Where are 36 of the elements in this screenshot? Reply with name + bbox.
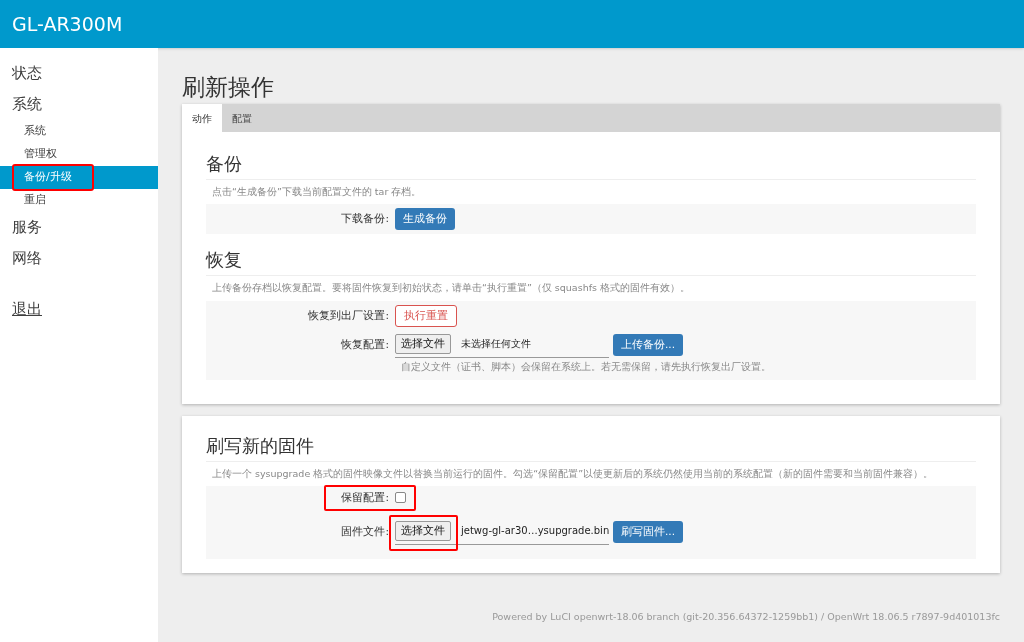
sidebar-subitem[interactable]: 重启 [0, 189, 158, 212]
checkbox[interactable] [395, 492, 406, 504]
field-label: 固件文件: [340, 524, 390, 540]
file-input[interactable]: 选择文件 未选择任何文件 [395, 332, 609, 358]
tab[interactable]: 配置 [222, 104, 262, 132]
field-hint: 自定义文件（证书、脚本）会保留在系统上。若无需保留，请先执行恢复出厂设置。 [400, 359, 772, 374]
generate-backup-button[interactable]: 生成备份 [395, 208, 455, 231]
footer-text: Powered by LuCI openwrt-18.06 branch (git-20.356.64372-1259bb1) / OpenWrt 18.06.5 r7897-9d401013fc [492, 609, 1000, 624]
section-title: 恢复 [206, 248, 976, 277]
file-name: 未选择任何文件 [461, 337, 531, 351]
field-label: 保留配置: [340, 490, 390, 505]
sidebar-subitem[interactable]: 管理权 [0, 143, 158, 166]
app-title: GL-AR300M [12, 11, 123, 37]
field-label: 下载备份: [340, 211, 390, 227]
page-title: 刷新操作 [182, 73, 275, 100]
section-title: 备份 [206, 152, 976, 180]
sidebar-item[interactable]: 系统 [0, 89, 158, 120]
field-label: 恢复配置: [340, 337, 390, 353]
file-name: jetwg-gl-ar30…ysupgrade.bin [461, 524, 610, 539]
section-description: 点击“生成备份”下载当前配置文件的 tar 存档。 [211, 185, 423, 199]
section-title: 刷写新的固件 [206, 433, 976, 462]
section-description: 上传备份存档以恢复配置。要将固件恢复到初始状态，请单击“执行重置”（仅 squashfs 格式的固件有效）。 [211, 281, 691, 296]
upload-backup-button[interactable]: 上传备份... [613, 334, 683, 356]
logout-link[interactable]: 退出 [0, 298, 158, 321]
sidebar-item[interactable]: 网络 [0, 243, 158, 274]
choose-file-button[interactable]: 选择文件 [395, 520, 451, 541]
sidebar-item[interactable]: 服务 [0, 212, 158, 243]
sidebar-item[interactable]: 状态 [0, 58, 158, 89]
flash-firmware-button[interactable]: 刷写固件... [613, 521, 683, 544]
sidebar-subitem[interactable]: 系统 [0, 120, 158, 143]
choose-file-button[interactable]: 选择文件 [395, 333, 451, 354]
reset-button[interactable]: 执行重置 [395, 304, 457, 327]
field-label: 恢复到出厂设置: [307, 307, 390, 323]
file-input[interactable]: 选择文件 jetwg-gl-ar30…ysupgrade.bin [395, 519, 609, 545]
section-description: 上传一个 sysupgrade 格式的固件映像文件以替换当前运行的固件。勾选“保留配置”以使更新后的系统仍然使用当前的系统配置（新的固件需要和当前固件兼容）。 [211, 466, 935, 481]
tab[interactable]: 动作 [182, 104, 222, 132]
